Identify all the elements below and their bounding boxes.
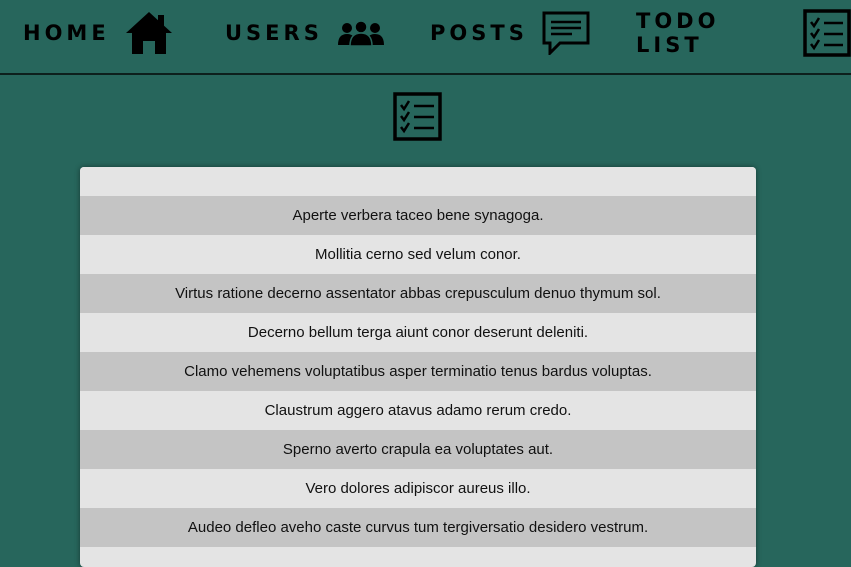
todo-item[interactable]: Decerno bellum terga aiunt conor deserun… — [80, 313, 756, 352]
nav-users[interactable]: USERS — [225, 0, 385, 66]
todo-item[interactable]: Aperte verbera taceo bene synagoga. — [80, 196, 756, 235]
todo-item[interactable]: Mollitia cerno sed velum conor. — [80, 235, 756, 274]
page-checklist-icon — [393, 92, 443, 142]
home-icon — [124, 10, 174, 56]
nav-posts-label: POSTS — [430, 21, 528, 45]
todo-list-header — [80, 167, 756, 196]
todo-list-panel: Aperte verbera taceo bene synagoga. Moll… — [80, 167, 756, 567]
todo-item[interactable]: Claustrum aggero atavus adamo rerum cred… — [80, 391, 756, 430]
todo-item[interactable]: Vero dolores adipiscor aureus illo. — [80, 469, 756, 508]
todo-item[interactable]: Virtus ratione decerno assentator abbas … — [80, 274, 756, 313]
todo-list: Aperte verbera taceo bene synagoga. Moll… — [80, 196, 756, 547]
nav-home[interactable]: HOME — [23, 0, 174, 66]
top-navbar: HOME USERS POSTS TODO LIST — [0, 0, 851, 75]
users-icon — [337, 20, 385, 47]
nav-posts[interactable]: POSTS — [430, 0, 590, 66]
nav-home-label: HOME — [23, 21, 110, 45]
nav-todo-list-label: TODO LIST — [636, 9, 720, 57]
nav-users-label: USERS — [225, 21, 323, 45]
todo-item[interactable]: Clamo vehemens voluptatibus asper termin… — [80, 352, 756, 391]
todo-item[interactable]: Sperno averto crapula ea voluptates aut. — [80, 430, 756, 469]
todo-item[interactable]: Audeo defleo aveho caste curvus tum terg… — [80, 508, 756, 547]
nav-todo-list[interactable]: TODO LIST — [636, 0, 851, 66]
chat-bubble-icon — [542, 11, 590, 57]
checklist-icon — [803, 9, 851, 57]
